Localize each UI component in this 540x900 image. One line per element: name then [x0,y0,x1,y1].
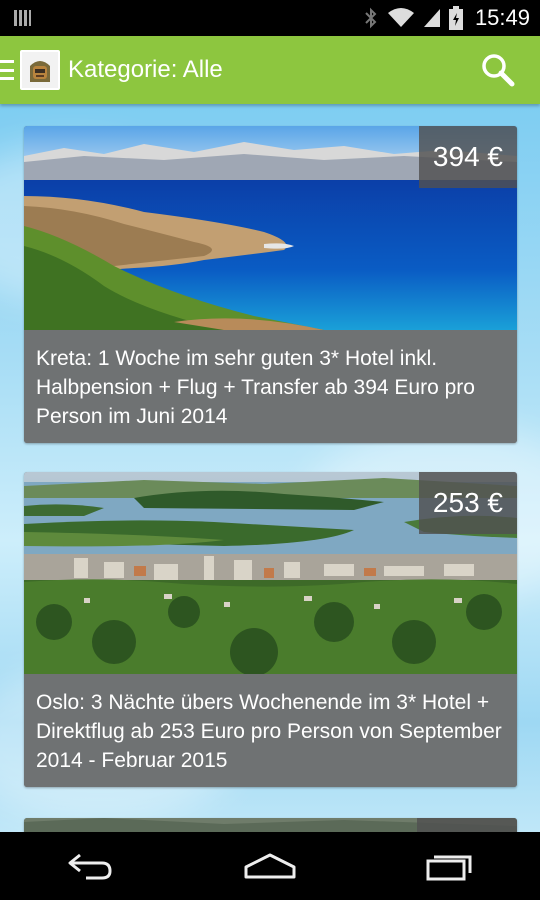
bluetooth-icon [365,7,377,29]
battery-icon [448,6,463,30]
status-time: 15:49 [474,5,530,30]
page-title: Kategorie: Alle [68,56,223,83]
home-icon [244,853,296,879]
deal-list[interactable]: 394 € Kreta: 1 Woche im sehr guten 3* Ho… [0,104,540,832]
notification-icon [14,10,31,26]
deal-image [24,818,517,832]
price-badge: 394 € [418,126,517,188]
back-button[interactable] [55,841,125,891]
menu-icon[interactable] [0,60,16,80]
deal-card[interactable] [24,818,517,832]
signal-icon [423,9,440,27]
back-icon [68,853,112,880]
deal-description: Oslo: 3 Nächte übers Wochenende im 3* Ho… [24,674,517,787]
status-icons: 15:49 [363,0,530,36]
navigation-bar [0,832,540,900]
deal-card[interactable]: 394 € Kreta: 1 Woche im sehr guten 3* Ho… [24,126,517,443]
recent-apps-icon [426,855,472,881]
deal-card[interactable]: 253 € Oslo: 3 Nächte übers Wochenende im… [24,472,517,787]
wifi-icon [387,8,414,27]
recent-apps-button[interactable] [415,841,485,891]
home-button[interactable] [235,841,305,891]
app-bar: Kategorie: Alle [0,36,540,104]
app-logo-image [22,52,58,88]
app-logo[interactable] [20,50,60,90]
deal-image: 253 € [24,472,517,674]
status-bar: 15:49 [0,0,540,36]
search-icon[interactable] [478,50,518,90]
price-badge: 253 € [418,472,517,534]
screen: 15:49 Kategorie: Alle 394 € Kreta: 1 Woc… [0,0,540,900]
deal-description: Kreta: 1 Woche im sehr guten 3* Hotel in… [24,330,517,443]
deal-image: 394 € [24,126,517,330]
price-badge [417,818,517,832]
